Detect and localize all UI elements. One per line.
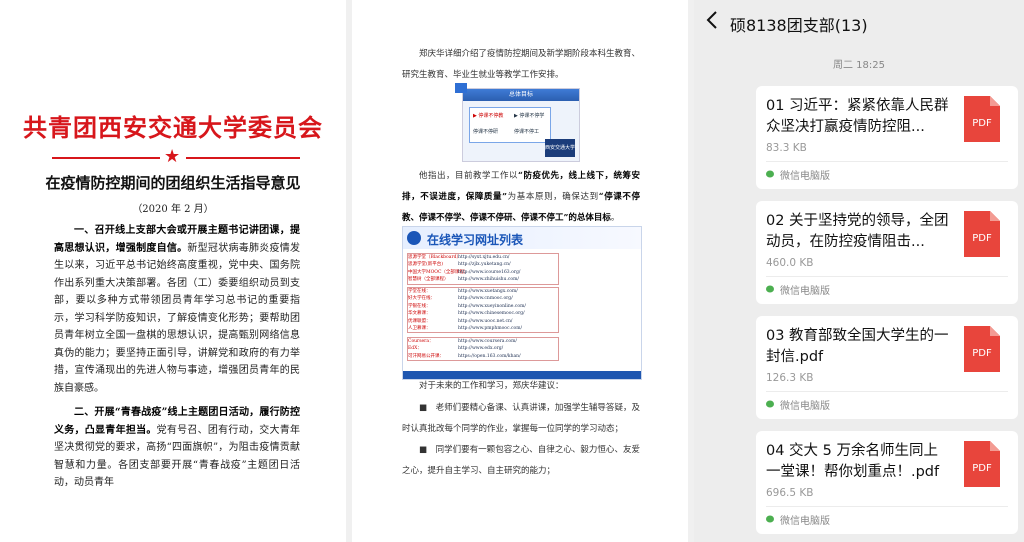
chevron-left-icon[interactable] bbox=[706, 10, 718, 35]
web-list-row: 学银在线： http://www.xueyinonline.com/ bbox=[408, 303, 526, 309]
chat-window: 硕8138团支部(13) 周二 18:25 01 习近平：紧紧依靠人民群众坚决打… bbox=[694, 0, 1024, 542]
doc-title: 共青团西安交通大学委员会 bbox=[23, 113, 323, 142]
pdf-file-icon: PDF bbox=[964, 211, 1000, 257]
doc-subtitle: 在疫情防控期间的团组织生活指导意见 bbox=[45, 174, 301, 192]
slide-image: 总体目标 ▶ 停课不停教 ▶ 停课不停学 停课不停研 停课不停工 西安交通大学 bbox=[455, 83, 580, 162]
web-list-row: 思源学堂（Blackboard）http://syxt.xjtu.edu.cn/ bbox=[408, 255, 510, 260]
file-message-2[interactable]: 02 关于坚持党的领导，全团动员，在防控疫情阻击... 460.0 KB PDF… bbox=[756, 201, 1018, 304]
advice-students: ■ 同学们要有一颗包容之心、自律之心、毅力恒心、友爱之心，提升自主学习、自主研究… bbox=[402, 445, 640, 476]
file-name: 01 习近平：紧紧依靠人民群众坚决打赢疫情防控阻... bbox=[766, 98, 949, 135]
body-text: 为基本原则，确保达到 bbox=[507, 192, 599, 202]
file-source: 微信电脑版 bbox=[780, 401, 830, 412]
slide-goal-box: ▶ 停课不停教 ▶ 停课不停学 停课不停研 停课不停工 bbox=[469, 107, 551, 143]
chat-header: 硕8138团支部(13) bbox=[694, 0, 1024, 44]
file-source: 微信电脑版 bbox=[780, 516, 830, 527]
pdf-label: PDF bbox=[972, 348, 992, 359]
web-list-group-b: 学堂在线： http://www.xuetangx.com/ 好大学在线： http… bbox=[407, 287, 559, 334]
card-divider bbox=[766, 506, 1008, 507]
message-timestamp: 周二 18:25 bbox=[833, 60, 885, 71]
web-list-title: 在线学习网址列表 bbox=[427, 233, 524, 247]
doc-date: （2020 年 2 月） bbox=[132, 204, 214, 215]
university-logo: 西安交通大学 bbox=[545, 139, 575, 157]
pdf-label: PDF bbox=[972, 463, 992, 474]
web-list-row: 可汗网易公开课： https://open.163.com/khan/ bbox=[408, 353, 521, 359]
school-logo-icon bbox=[407, 231, 421, 245]
slide-item: 停课不停工 bbox=[514, 129, 540, 135]
web-list-row: EdX： http://www.edx.org/ bbox=[408, 346, 504, 352]
wechat-pc-icon bbox=[766, 515, 774, 523]
wechat-pc-icon bbox=[766, 285, 774, 293]
web-list-row: 好大学在线： http://www.cnmooc.org/ bbox=[408, 296, 513, 302]
red-star: ★ bbox=[164, 146, 181, 167]
red-divider-left bbox=[52, 157, 160, 159]
card-divider bbox=[766, 391, 1008, 392]
slide-item: 停课不停研 bbox=[473, 129, 499, 135]
slide-heading: 总体目标 bbox=[463, 89, 579, 101]
pdf-file-icon: PDF bbox=[964, 326, 1000, 372]
web-list-group-a: 思源学堂（Blackboard）http://syxt.xjtu.edu.cn/… bbox=[407, 253, 559, 285]
web-list-row: 华文慕课： http://www.chinesemooc.org/ bbox=[408, 311, 525, 317]
slide-badge-icon bbox=[455, 83, 467, 93]
web-list-row: 智慧树（全部课程） http://www.zhihuishu.com/ bbox=[408, 277, 519, 283]
document-page-2: 郑庆华详细介绍了疫情防控期间及新学期阶段本科生教育、研究生教育、毕业生就业等教学… bbox=[352, 0, 688, 542]
advice-intro: 对于未来的工作和学习，郑庆华建议： bbox=[419, 381, 564, 391]
file-name: 04 交大 5 万余名师生同上一堂课！帮你划重点！.pdf bbox=[766, 443, 940, 480]
article-body: 他指出，目前教学工作以“防疫优先，线上线下，统筹安排，不误进度，保障质量”为基本… bbox=[402, 166, 640, 229]
slide-item: ▶ 停课不停学 bbox=[514, 113, 545, 119]
web-list-row: 中国大学MOOC（全部课程）http://www.icourse163.org/ bbox=[408, 269, 521, 275]
web-list-image: 在线学习网址列表 思源学堂（Blackboard）http://syxt.xjt… bbox=[402, 226, 642, 380]
body-text: 。 bbox=[610, 213, 620, 223]
file-name: 02 关于坚持党的领导，全团动员，在防控疫情阻击... bbox=[766, 213, 949, 250]
file-message-1[interactable]: 01 习近平：紧紧依靠人民群众坚决打赢疫情防控阻... 83.3 KB PDF … bbox=[756, 86, 1018, 189]
web-list-row: Coursera： http://www.coursera.com/ bbox=[408, 339, 517, 344]
web-list-row: 学堂在线： http://www.xuetangx.com/ bbox=[408, 289, 518, 294]
card-divider bbox=[766, 161, 1008, 162]
body-text: 他指出，目前教学工作以 bbox=[419, 171, 519, 181]
web-list-group-c: Coursera： http://www.coursera.com/ EdX： ht… bbox=[407, 337, 559, 362]
article-intro: 郑庆华详细介绍了疫情防控期间及新学期阶段本科生教育、研究生教育、毕业生就业等教学… bbox=[402, 49, 641, 80]
doc-paragraph-1: 一、召开线上支部大会或开展主题书记讲团课，提高思想认识，增强制度自信。新型冠状病… bbox=[54, 222, 300, 397]
file-size: 696.5 KB bbox=[766, 487, 814, 499]
file-size: 126.3 KB bbox=[766, 372, 814, 384]
card-divider bbox=[766, 276, 1008, 277]
web-list-row: 优课联盟： http://www.uooc.net.cn/ bbox=[408, 318, 513, 324]
wechat-pc-icon bbox=[766, 170, 774, 178]
file-name: 03 教育部致全国大学生的一封信.pdf bbox=[766, 328, 949, 365]
red-divider-right bbox=[186, 157, 300, 159]
pdf-label: PDF bbox=[972, 233, 992, 244]
web-list-row: 思源学堂(新平台) http://zjlx.yuketang.cn/ bbox=[408, 262, 511, 268]
advice-teachers: ■ 老师们要精心备课、认真讲课，加强学生辅导答疑，及时认真批改每个同学的作业，掌… bbox=[402, 403, 640, 434]
file-size: 460.0 KB bbox=[766, 257, 814, 269]
pdf-file-icon: PDF bbox=[964, 96, 1000, 142]
wechat-pc-icon bbox=[766, 400, 774, 408]
file-message-3[interactable]: 03 教育部致全国大学生的一封信.pdf 126.3 KB PDF 微信电脑版 bbox=[756, 316, 1018, 419]
web-list-header: 在线学习网址列表 bbox=[403, 227, 641, 249]
doc-paragraph-2: 二、开展“青春战疫”线上主题团日活动，履行防控义务，凸显青年担当。党有号召、团有… bbox=[54, 404, 300, 492]
chat-title: 硕8138团支部(13) bbox=[730, 16, 868, 35]
file-size: 83.3 KB bbox=[766, 142, 807, 154]
pdf-file-icon: PDF bbox=[964, 441, 1000, 487]
file-source: 微信电脑版 bbox=[780, 286, 830, 297]
file-source: 微信电脑版 bbox=[780, 171, 830, 182]
pdf-label: PDF bbox=[972, 118, 992, 129]
file-message-4[interactable]: 04 交大 5 万余名师生同上一堂课！帮你划重点！.pdf 696.5 KB P… bbox=[756, 431, 1018, 534]
document-page-1: 共青团西安交通大学委员会 ★ 在疫情防控期间的团组织生活指导意见 （2020 年… bbox=[0, 0, 346, 542]
slide-item: ▶ 停课不停教 bbox=[473, 113, 504, 119]
para1-body: 新型冠状病毒肺炎疫情发生以来，习近平总书记始终高度重视，党中央、国务院作出系列重… bbox=[54, 242, 301, 394]
web-list-row: 人卫慕课： http://www.pmphmooc.com/ bbox=[408, 326, 522, 332]
